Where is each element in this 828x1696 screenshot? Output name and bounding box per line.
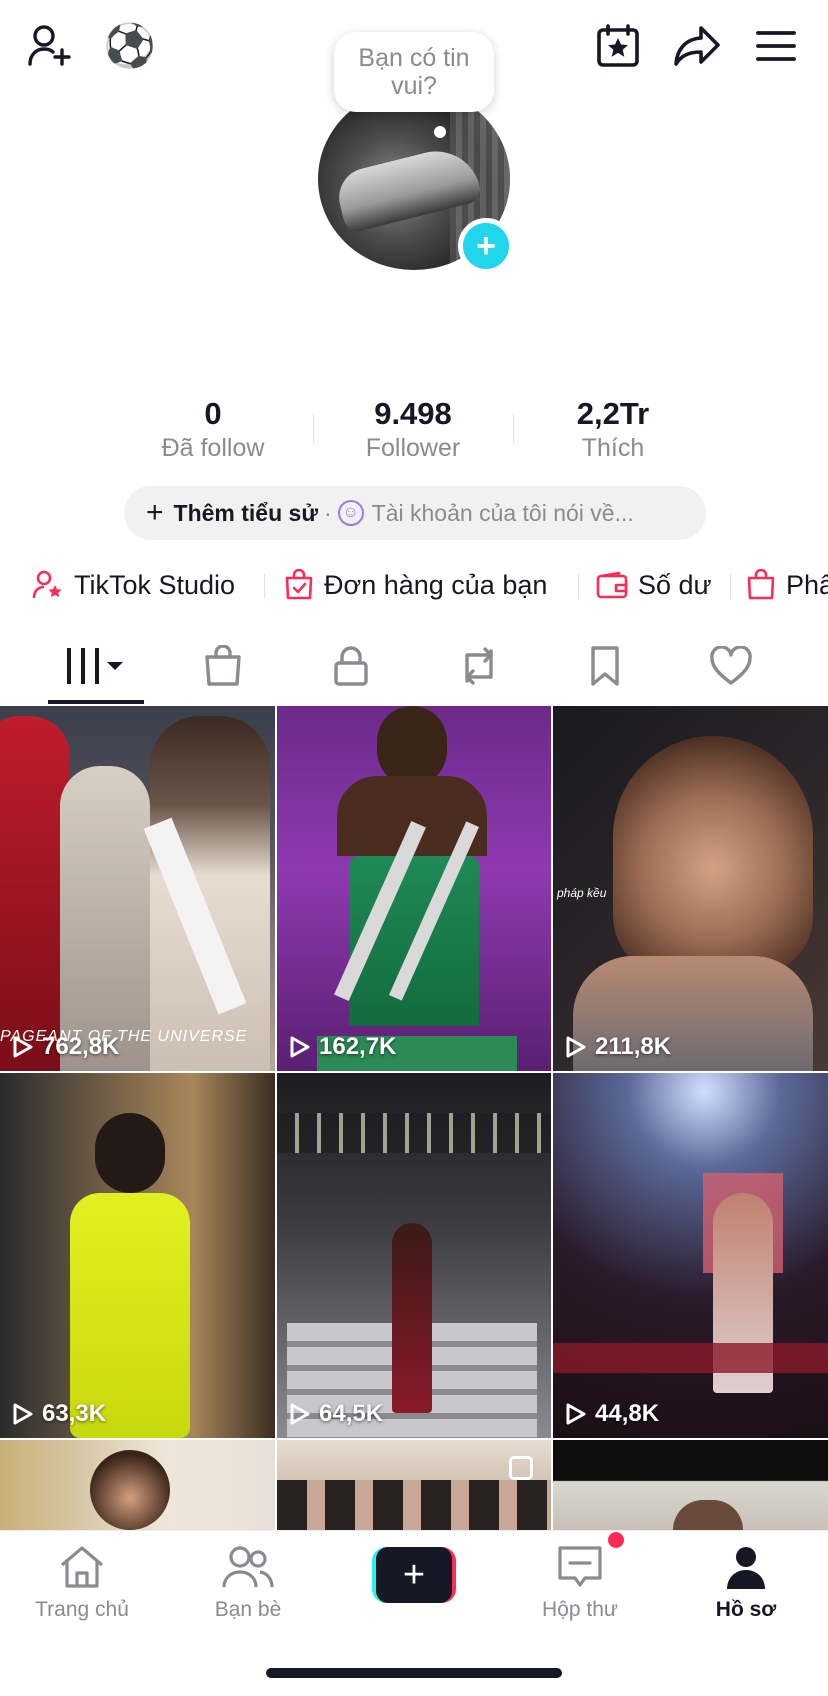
tab-shop[interactable]	[168, 632, 278, 704]
video-thumbnail[interactable]	[277, 1440, 551, 1530]
nav-inbox-label: Hộp thư	[542, 1598, 618, 1621]
nav-profile-label: Hồ sơ	[715, 1598, 777, 1621]
view-count-text: 44,8K	[595, 1400, 660, 1427]
tab-favorites[interactable]	[550, 632, 660, 704]
nav-friends[interactable]: Bạn bè	[178, 1545, 318, 1622]
orders-label: Đơn hàng của bạn	[324, 569, 548, 600]
smiley-icon: ☺	[337, 500, 364, 526]
nav-home-label: Trang chủ	[35, 1598, 129, 1621]
bio-separator: ·	[324, 499, 332, 526]
videos-grid-icon	[63, 646, 127, 691]
active-tab-indicator	[48, 700, 144, 704]
add-bio-label: Thêm tiểu sử	[173, 499, 318, 526]
status-bubble-text: Bạn có tin vui?	[358, 44, 470, 100]
profile-tabs	[0, 632, 828, 706]
view-count: 64,5K	[289, 1400, 383, 1428]
tab-private[interactable]	[296, 632, 406, 704]
heart-icon	[709, 644, 753, 691]
multi-photo-icon	[509, 1456, 533, 1480]
bookmark-icon	[589, 645, 621, 692]
plus-icon: +	[146, 496, 164, 529]
link-divider	[578, 574, 579, 598]
orders-link[interactable]: Đơn hàng của bạn	[284, 560, 547, 610]
video-thumbnail[interactable]: 162,7K	[277, 706, 551, 1071]
link-divider	[264, 574, 265, 598]
view-count: 211,8K	[565, 1033, 671, 1061]
nav-home[interactable]: Trang chủ	[12, 1545, 152, 1622]
balance-label: Số dư	[638, 569, 712, 600]
likes-stat[interactable]: 2,2Tr Thích	[513, 396, 713, 464]
menu-icon[interactable]	[748, 18, 804, 74]
repost-icon	[457, 645, 501, 692]
shop-bag-icon	[203, 643, 243, 692]
tab-videos[interactable]	[40, 632, 150, 704]
add-bio-button[interactable]: + Thêm tiểu sử · ☺ Tài khoản của tôi nói…	[124, 486, 706, 540]
profile-stats: 0 Đã follow 9.498 Follower 2,2Tr Thích	[0, 396, 828, 470]
add-friend-icon[interactable]	[22, 18, 78, 74]
create-button[interactable]: +	[372, 1547, 456, 1603]
quick-links: TikTok Studio Đơn hàng của bạn Số dư Phâ	[0, 560, 828, 610]
video-thumbnail[interactable]: PAGEANT OF THE UNIVERSE 762,8K	[0, 706, 275, 1071]
view-count: 63,3K	[12, 1400, 106, 1428]
likes-label: Thích	[581, 434, 645, 462]
video-watermark: pháp kều	[557, 886, 607, 900]
view-count-text: 762,8K	[42, 1033, 120, 1060]
video-thumbnail[interactable]: 44,8K	[553, 1073, 828, 1438]
following-stat[interactable]: 0 Đã follow	[113, 396, 313, 464]
view-count: 162,7K	[289, 1033, 396, 1061]
soccer-ball-icon[interactable]: ⚽	[104, 20, 156, 72]
view-count-text: 63,3K	[42, 1400, 107, 1427]
balance-link[interactable]: Số dư	[596, 560, 712, 610]
nav-inbox[interactable]: Hộp thư	[510, 1545, 650, 1622]
friends-icon	[222, 1546, 274, 1593]
profile-icon	[724, 1547, 768, 1593]
link-divider	[730, 574, 731, 598]
video-grid: PAGEANT OF THE UNIVERSE 762,8K 162,7K ph…	[0, 706, 828, 1530]
followers-label: Follower	[365, 434, 461, 462]
view-count: 44,8K	[565, 1400, 659, 1428]
nav-friends-label: Bạn bè	[214, 1598, 282, 1621]
tiktok-studio-link[interactable]: TikTok Studio	[32, 560, 235, 610]
add-story-icon[interactable]: +	[458, 218, 514, 274]
user-star-icon	[32, 569, 64, 601]
shop-label: Phâ	[786, 569, 828, 600]
following-label: Đã follow	[161, 434, 265, 462]
video-thumbnail[interactable]: pháp kều 211,8K	[553, 706, 828, 1071]
home-icon	[58, 1546, 106, 1593]
bio-hint: Tài khoản của tôi nói về...	[371, 499, 634, 526]
video-thumbnail[interactable]	[553, 1440, 828, 1530]
calendar-star-icon[interactable]	[590, 18, 646, 74]
video-thumbnail[interactable]	[0, 1440, 275, 1530]
video-thumbnail[interactable]: 63,3K	[0, 1073, 275, 1438]
followers-count: 9.498	[374, 396, 452, 431]
order-bag-icon	[284, 569, 314, 601]
video-thumbnail[interactable]: 64,5K	[277, 1073, 551, 1438]
wallet-icon	[596, 571, 628, 599]
followers-stat[interactable]: 9.498 Follower	[313, 396, 513, 464]
notification-dot	[608, 1532, 624, 1548]
tab-reposts[interactable]	[424, 632, 534, 704]
nav-profile[interactable]: Hồ sơ	[676, 1545, 816, 1622]
likes-count: 2,2Tr	[576, 396, 650, 431]
bubble-pointer	[434, 126, 446, 138]
following-count: 0	[204, 396, 222, 431]
home-indicator	[266, 1668, 562, 1678]
status-bubble[interactable]: Bạn có tin vui?	[334, 32, 494, 112]
share-icon[interactable]	[668, 18, 726, 74]
view-count: 762,8K	[12, 1033, 119, 1061]
tab-liked[interactable]	[676, 632, 786, 704]
view-count-text: 64,5K	[319, 1400, 384, 1427]
shopping-bag-icon	[746, 569, 776, 601]
view-count-text: 162,7K	[319, 1033, 397, 1060]
plus-icon: +	[376, 1547, 452, 1603]
lock-icon	[333, 645, 369, 692]
shop-link[interactable]: Phâ	[746, 560, 828, 610]
inbox-icon	[557, 1546, 603, 1593]
tiktok-studio-label: TikTok Studio	[74, 569, 236, 600]
view-count-text: 211,8K	[595, 1033, 672, 1060]
